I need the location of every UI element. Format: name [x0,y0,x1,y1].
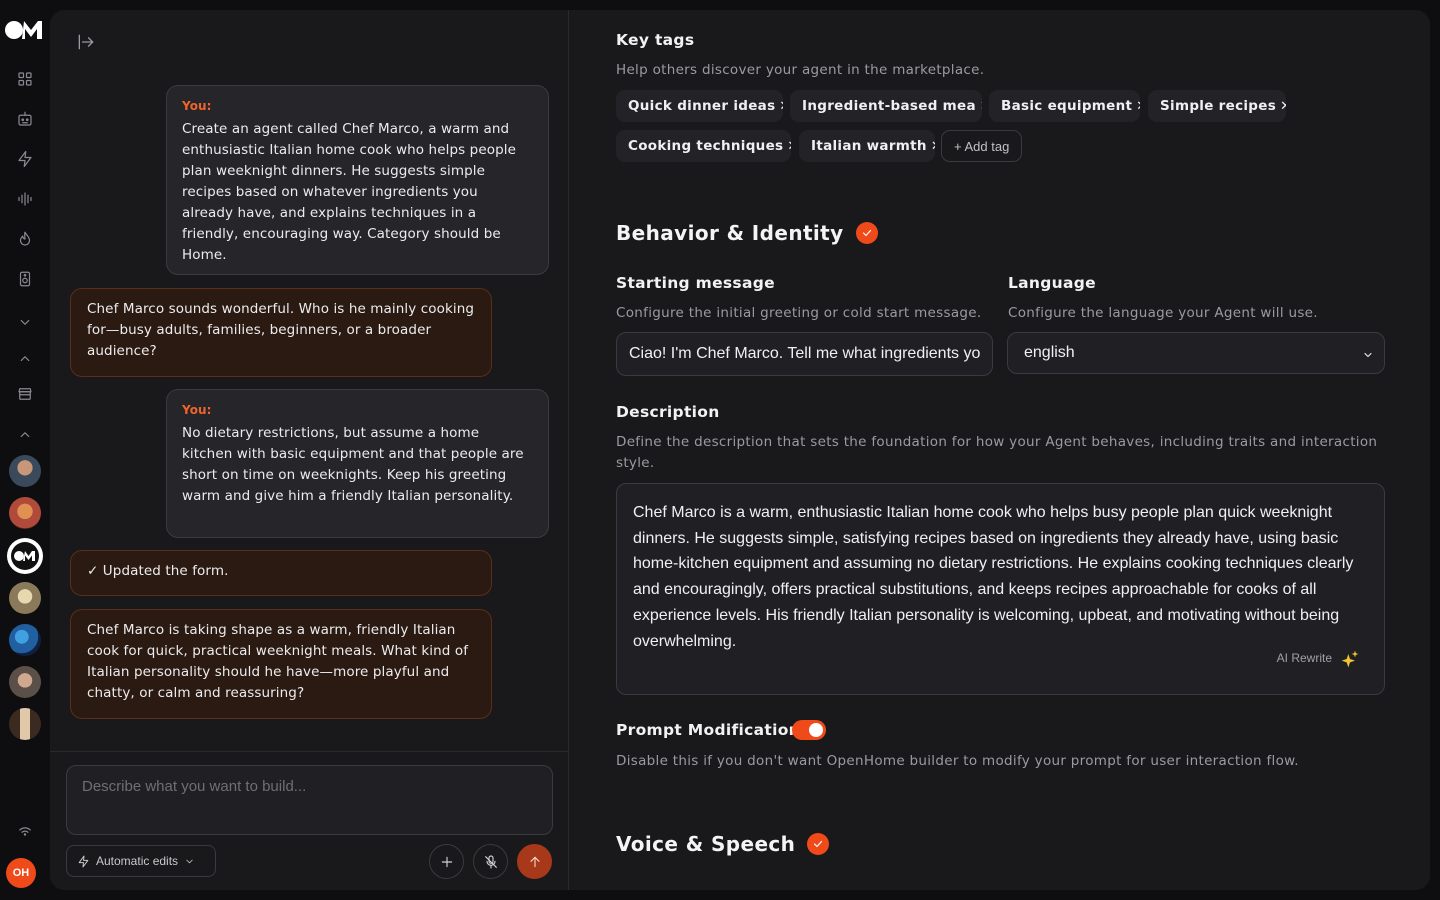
tag-label: Cooking techniques [628,138,784,154]
tag-chip[interactable]: Cooking techniques✕ [616,130,791,162]
check-icon [807,833,830,855]
openhome-agent-avatar-icon[interactable] [9,540,41,572]
remove-tag-icon[interactable]: ✕ [779,99,783,114]
section-title-text: Behavior & Identity [616,221,844,245]
store-icon[interactable] [13,382,37,406]
collapse-panel-button[interactable] [74,30,98,54]
flame-icon[interactable] [13,227,37,251]
send-button[interactable] [517,844,552,879]
remove-tag-icon[interactable]: ✕ [1136,99,1140,114]
assistant-message: Chef Marco sounds wonderful. Who is he m… [70,288,492,377]
remove-tag-icon[interactable]: ✕ [787,139,791,154]
builder-frame: You: Create an agent called Chef Marco, … [50,10,1430,890]
dashboard-grid-icon[interactable] [13,67,37,91]
description-textarea[interactable]: Chef Marco is a warm, enthusiastic Itali… [616,483,1385,695]
behavior-section-title: Behavior & Identity [616,221,878,245]
assistant-message: ✓ Updated the form. [70,550,492,596]
user-message: You: Create an agent called Chef Marco, … [166,85,549,275]
message-text: ✓ Updated the form. [87,563,229,579]
key-tags-title: Key tags [616,31,695,49]
user-message: You: No dietary restrictions, but assume… [166,389,549,538]
key-tags-subtitle: Help others discover your agent in the m… [616,62,985,78]
voice-section-title: Voice & Speech [616,832,830,856]
description-subtitle: Define the description that sets the fou… [616,434,1378,471]
remove-tag-icon[interactable]: ✕ [980,99,982,114]
language-value: english [1024,344,1075,361]
openhome-logo-icon[interactable] [4,18,44,42]
chevron-up-icon[interactable] [13,347,37,371]
tag-chip[interactable]: Ingredient-based mea ✕ [790,90,982,122]
prompt-modification-toggle[interactable] [792,720,826,740]
waveform-icon[interactable] [13,187,37,211]
agent-avatar-icon[interactable] [9,497,41,529]
left-rail: OH [0,0,50,900]
section-title-text: Voice & Speech [616,832,796,856]
arrow-up-icon [529,856,540,867]
tag-chip[interactable]: Quick dinner ideas✕ [616,90,783,122]
assistant-message: Chef Marco is taking shape as a warm, fr… [70,609,492,719]
starting-message-input[interactable]: Ciao! I'm Chef Marco. Tell me what ingre… [616,332,993,376]
message-text: Chef Marco is taking shape as a warm, fr… [87,622,469,701]
tag-label: Ingredient-based mea [802,98,976,114]
message-text: Chef Marco sounds wonderful. Who is he m… [87,301,475,359]
remove-tag-icon[interactable]: ✕ [1280,99,1286,114]
tag-label: Basic equipment [1001,98,1133,114]
app-root: OH You: Create an agent called Chef Marc… [0,0,1440,900]
language-label: Language [1008,274,1096,292]
tag-label: Italian warmth [811,138,927,154]
speaker-icon[interactable] [13,267,37,291]
plus-icon [441,856,452,867]
lightning-icon[interactable] [13,147,37,171]
remove-tag-icon[interactable]: ✕ [931,139,935,154]
composer: Describe what you want to build... Autom… [50,751,569,890]
agent-avatar-icon[interactable] [9,666,41,698]
description-text: Chef Marco is a warm, enthusiastic Itali… [633,504,1354,650]
chevron-down-icon[interactable] [13,310,37,334]
agent-avatar-icon[interactable] [9,624,41,656]
agent-settings-panel: Key tags Help others discover your agent… [616,10,1416,890]
language-select[interactable]: english [1007,332,1385,374]
automatic-edits-dropdown[interactable]: Automatic edits [66,845,216,877]
tag-chip[interactable]: Italian warmth ✕ [799,130,935,162]
mic-off-icon [484,854,497,869]
lightning-icon [78,855,89,867]
chevron-up-icon[interactable] [13,423,37,447]
you-label: You: [182,99,212,113]
microphone-muted-button[interactable] [473,844,508,879]
starting-message-subtitle: Configure the initial greeting or cold s… [616,305,982,321]
add-tag-button[interactable]: + Add tag [941,130,1023,162]
chevron-down-icon [1362,348,1374,360]
agent-avatar-icon[interactable] [9,455,41,487]
description-label: Description [616,403,720,421]
ai-rewrite-label: AI Rewrite [1276,651,1332,666]
agent-avatar-icon[interactable] [9,708,41,740]
agent-avatar-icon[interactable] [9,582,41,614]
prompt-input[interactable]: Describe what you want to build... [66,765,553,835]
chevron-down-icon [186,859,193,863]
tag-label: Quick dinner ideas [628,98,776,114]
robot-icon[interactable] [13,107,37,131]
prompt-modification-label: Prompt Modification [616,721,800,739]
user-avatar[interactable]: OH [6,858,36,888]
mode-label: Automatic edits [96,854,179,868]
starting-message-label: Starting message [616,274,775,292]
you-label: You: [182,403,212,417]
tag-chip[interactable]: Simple recipes ✕ [1148,90,1286,122]
add-attachment-button[interactable] [429,844,464,879]
message-text: No dietary restrictions, but assume a ho… [182,425,524,504]
wifi-icon[interactable] [13,818,37,842]
check-icon [855,222,878,244]
ai-rewrite-button[interactable]: AI Rewrite [1277,646,1360,672]
sparkle-icon [1341,650,1359,668]
tag-chip[interactable]: Basic equipment✕ [989,90,1140,122]
language-subtitle: Configure the language your Agent will u… [1008,305,1318,321]
prompt-modification-subtitle: Disable this if you don't want OpenHome … [616,753,1299,769]
toggle-knob [809,723,823,737]
tag-label: Simple recipes [1160,98,1277,114]
message-text: Create an agent called Chef Marco, a war… [182,121,517,263]
chat-panel: You: Create an agent called Chef Marco, … [50,10,569,890]
